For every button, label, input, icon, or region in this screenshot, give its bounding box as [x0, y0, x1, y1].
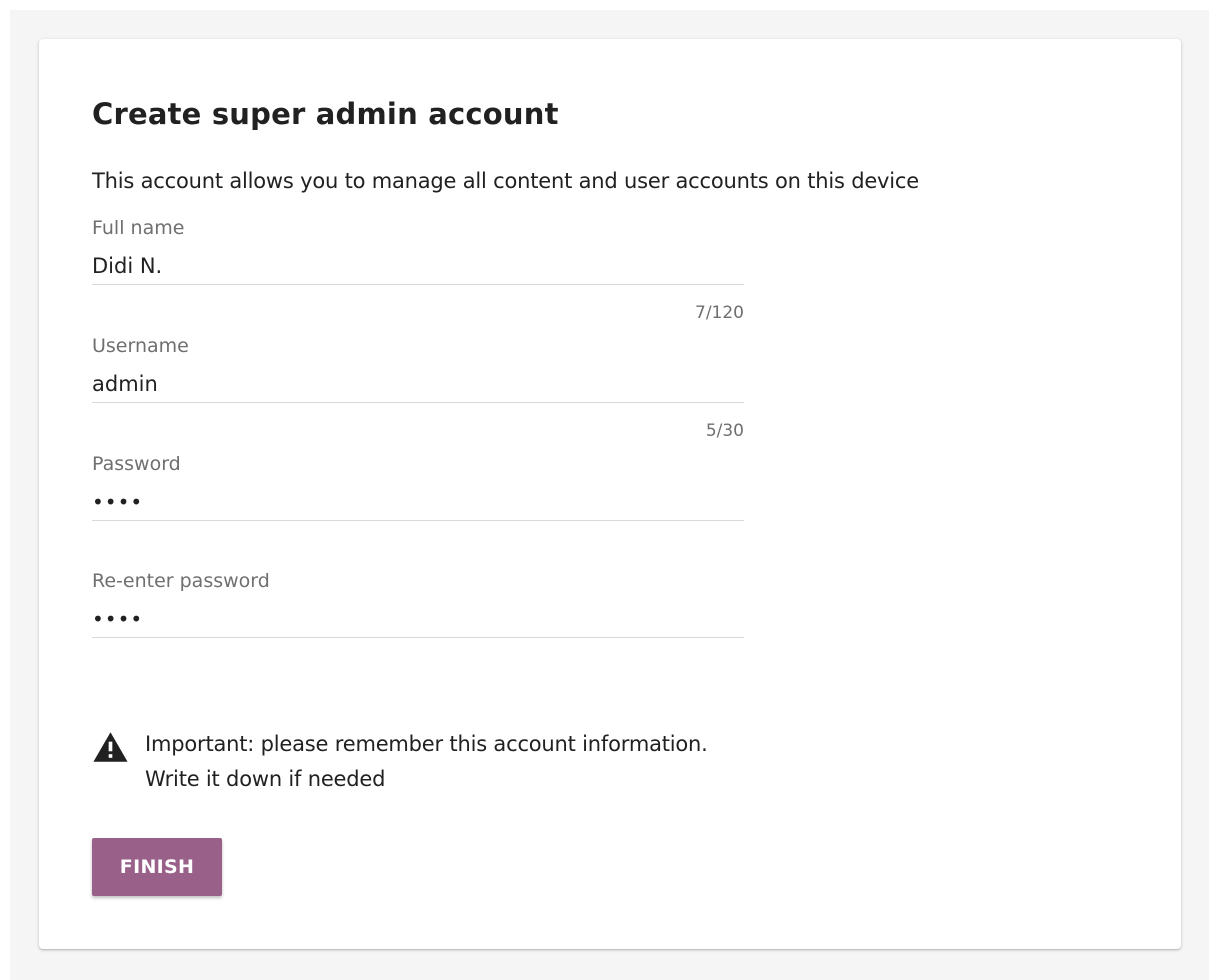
finish-button[interactable]: FINISH — [92, 838, 222, 896]
reenter-password-label: Re-enter password — [92, 570, 270, 592]
reenter-password-input[interactable] — [92, 600, 744, 638]
password-input[interactable] — [92, 483, 744, 521]
full-name-label: Full name — [92, 217, 185, 239]
full-name-input[interactable] — [92, 247, 744, 285]
username-input[interactable] — [92, 365, 744, 403]
page-description: This account allows you to manage all co… — [92, 169, 919, 193]
username-label: Username — [92, 335, 189, 357]
notice-line-1: Important: please remember this account … — [145, 732, 708, 756]
full-name-character-counter: 7/120 — [695, 303, 744, 323]
notice-line-2: Write it down if needed — [145, 767, 386, 791]
setup-card: Create super admin account This account … — [39, 39, 1181, 949]
page-title: Create super admin account — [92, 97, 559, 131]
password-label: Password — [92, 453, 181, 475]
username-character-counter: 5/30 — [705, 421, 744, 441]
notice-text: Important: please remember this account … — [145, 727, 708, 797]
warning-icon — [93, 732, 128, 762]
